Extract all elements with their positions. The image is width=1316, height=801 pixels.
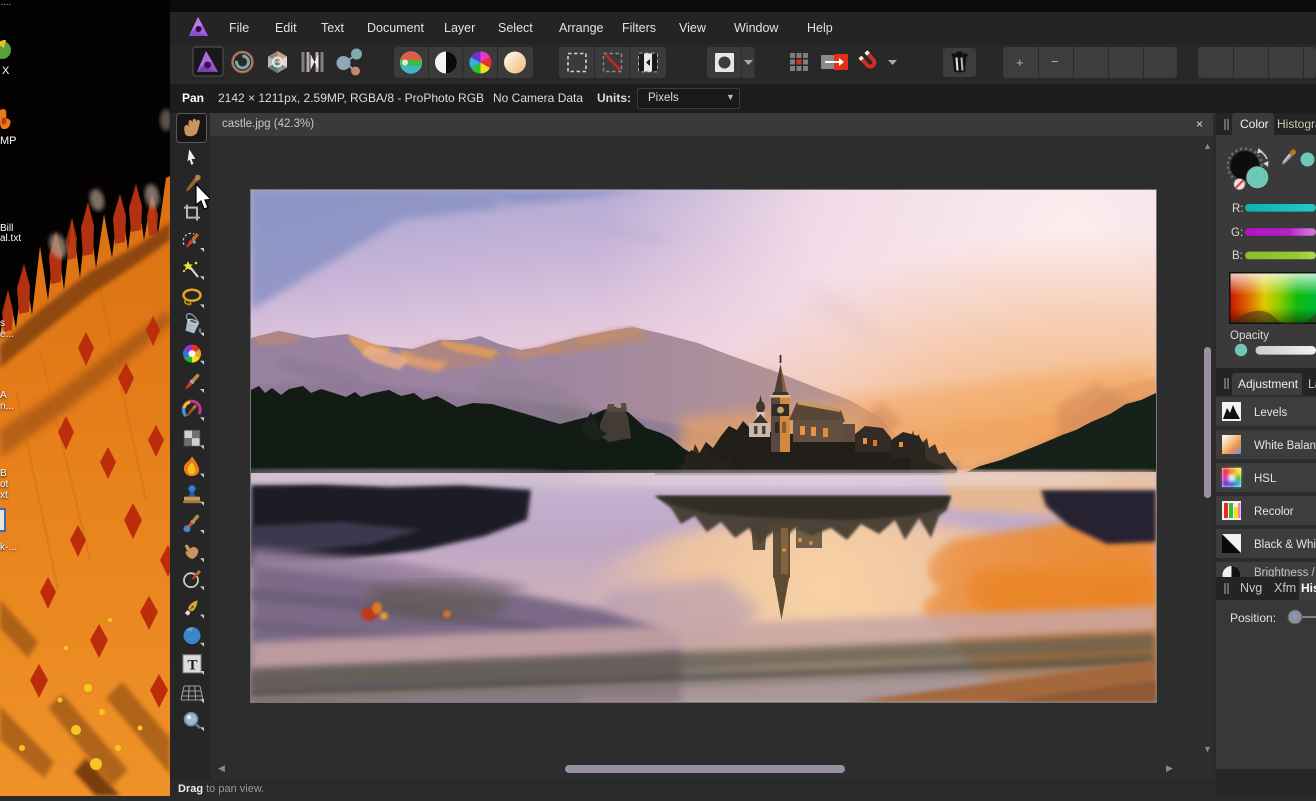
svg-text:Opacity: Opacity (1230, 330, 1269, 342)
svg-text:B:: B: (1232, 250, 1243, 262)
svg-text:R:: R: (1232, 203, 1244, 215)
svg-text:−: − (1051, 54, 1059, 69)
svg-text:Levels: Levels (1254, 407, 1287, 419)
svg-text:HSL: HSL (1254, 473, 1277, 485)
svg-text:Recolor: Recolor (1254, 506, 1294, 518)
svg-text:+: + (1016, 55, 1024, 70)
svg-text:G:: G: (1231, 227, 1243, 239)
svg-text:T: T (188, 657, 198, 673)
svg-text:White Balance: White Balance (1254, 440, 1316, 452)
svg-text:Black & White: Black & White (1254, 539, 1316, 551)
svg-text:Brightness / C: Brightness / C (1254, 567, 1316, 577)
